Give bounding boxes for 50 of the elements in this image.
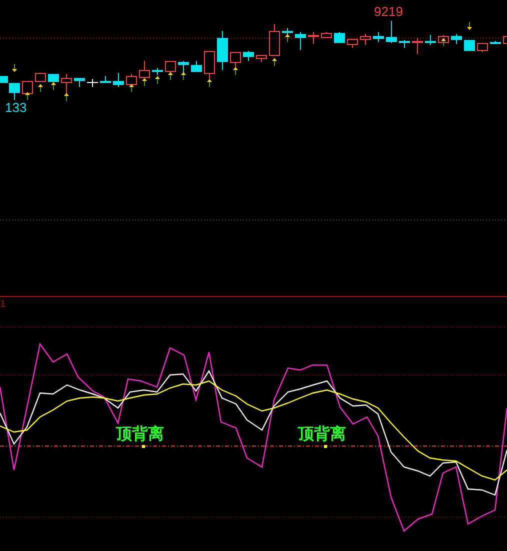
up-arrow-icon <box>272 58 277 66</box>
candlestick <box>399 40 410 48</box>
candlestick <box>295 32 306 50</box>
divergence-label: 顶背离 <box>116 426 164 444</box>
candlestick <box>178 60 189 74</box>
candlestick <box>477 43 488 52</box>
candlestick <box>191 60 202 72</box>
candlestick <box>165 61 176 72</box>
candlestick <box>347 39 358 48</box>
candlestick <box>412 38 423 54</box>
signal-marker <box>324 445 327 448</box>
candlestick <box>139 60 150 78</box>
down-arrow-icon <box>12 64 17 72</box>
candlestick <box>308 32 319 44</box>
candlestick <box>152 68 163 76</box>
candlestick <box>48 74 59 82</box>
candlestick <box>321 32 332 38</box>
candlestick <box>204 51 215 80</box>
candlestick <box>87 78 98 88</box>
candlestick <box>386 20 397 44</box>
candlestick <box>243 50 254 62</box>
up-arrow-icon <box>233 67 238 76</box>
candlestick <box>230 52 241 68</box>
candlestick <box>425 34 436 46</box>
candlestick <box>464 40 475 51</box>
candlestick <box>490 40 501 44</box>
candlestick <box>100 76 111 83</box>
down-arrow-icon <box>467 22 472 30</box>
high-price-label: 9219 <box>374 4 403 20</box>
candlestick <box>126 74 137 85</box>
signal-marker <box>142 445 145 448</box>
axis-label: 1 <box>0 299 6 311</box>
candlestick <box>503 36 507 44</box>
candlestick <box>74 78 85 88</box>
candlestick <box>22 81 33 94</box>
candlestick <box>35 73 46 82</box>
up-arrow-icon <box>441 38 446 46</box>
candlestick <box>451 34 462 44</box>
candlestick <box>360 34 371 46</box>
candlestick <box>113 72 124 88</box>
candlestick <box>269 24 280 56</box>
candlestick <box>217 30 228 70</box>
candlestick <box>438 34 449 43</box>
up-arrow-icon <box>207 79 212 88</box>
candlestick <box>373 32 384 42</box>
divergence-label: 顶背离 <box>298 426 346 444</box>
low-price-label: 133 <box>5 100 27 116</box>
up-arrow-icon <box>285 34 290 42</box>
candlestick <box>256 55 267 62</box>
candlestick <box>334 32 345 43</box>
